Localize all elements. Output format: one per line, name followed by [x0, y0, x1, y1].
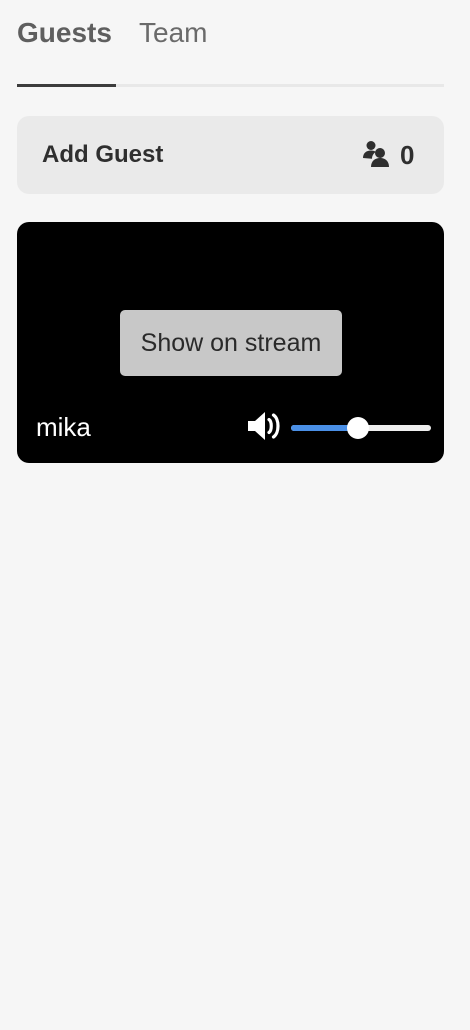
people-icon: [363, 141, 389, 167]
volume-icon[interactable]: [246, 410, 280, 442]
guest-video-card: Show on stream mika: [17, 222, 444, 463]
tab-bar: Guests Team: [17, 0, 444, 87]
add-guest-button[interactable]: Add Guest 0: [17, 116, 444, 194]
tab-team[interactable]: Team: [139, 16, 207, 50]
show-on-stream-button[interactable]: Show on stream: [120, 310, 342, 376]
add-guest-label: Add Guest: [42, 141, 164, 168]
tab-guests[interactable]: Guests: [17, 16, 112, 50]
active-tab-indicator: [17, 84, 116, 87]
volume-slider-thumb[interactable]: [347, 417, 370, 439]
guest-name: mika: [36, 412, 91, 442]
guest-count: 0: [400, 140, 415, 170]
volume-slider[interactable]: [291, 417, 431, 439]
